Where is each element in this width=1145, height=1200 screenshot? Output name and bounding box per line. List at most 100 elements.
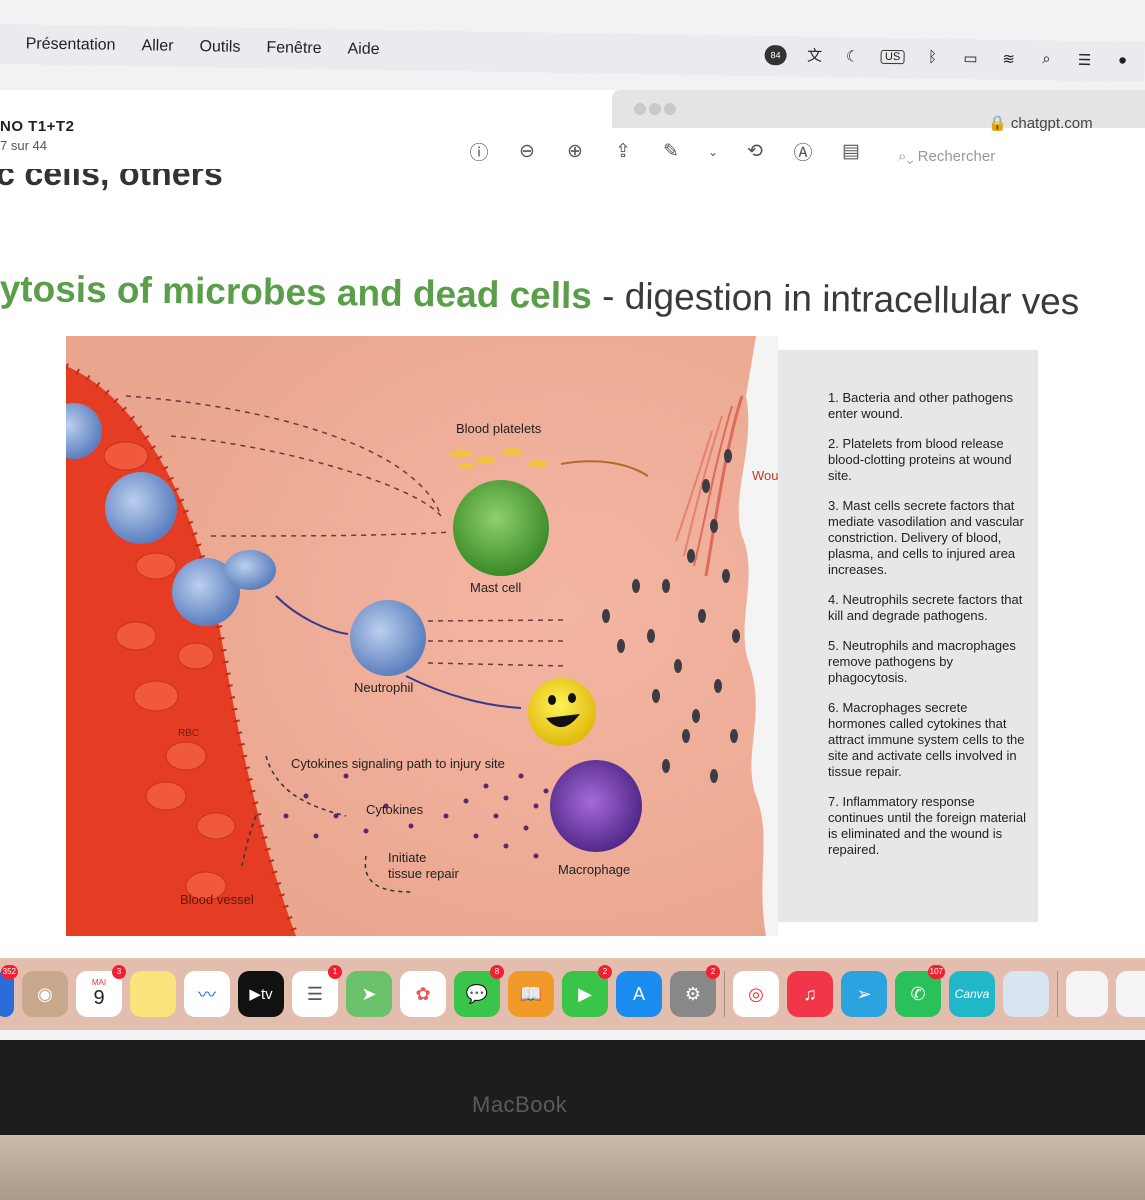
label-neutrophil: Neutrophil bbox=[354, 680, 414, 695]
window-title: NO T1+T2 bbox=[0, 118, 75, 135]
messages-badge: 8 bbox=[490, 965, 504, 979]
apple-tv-icon[interactable]: ▶ tv bbox=[238, 971, 284, 1017]
messages-icon[interactable]: 💬 8 bbox=[454, 965, 504, 1017]
rotate-icon[interactable]: ⟲ bbox=[744, 140, 766, 163]
books-icon[interactable]: 📖 bbox=[508, 971, 554, 1017]
label-tissue-repair: tissue repair bbox=[388, 866, 459, 881]
dock-separator bbox=[724, 971, 725, 1017]
close-button[interactable] bbox=[634, 103, 646, 115]
preview-icon[interactable] bbox=[1003, 971, 1049, 1017]
status-icons: 84 文 ☾ US ᛒ ▭ ≋ ⌕ ☰ ● bbox=[764, 44, 1132, 71]
red-blood-cell bbox=[133, 680, 179, 712]
heading-gray-text: - digestion in intracellular ves bbox=[591, 275, 1080, 323]
zoom-out-icon[interactable]: ⊖ bbox=[516, 140, 538, 163]
freeform-icon[interactable]: 〰 bbox=[184, 971, 230, 1017]
app-store-icon[interactable]: A bbox=[616, 971, 662, 1017]
canva-icon[interactable]: Canva bbox=[949, 971, 995, 1017]
wifi-icon[interactable]: ≋ bbox=[998, 49, 1018, 67]
inflammation-figure: Blood platelets Wound Mast cell Neutroph… bbox=[66, 336, 1041, 936]
red-blood-cell bbox=[135, 552, 177, 580]
system-settings-icon[interactable]: ⚙ 2 bbox=[670, 965, 720, 1017]
label-cytokine-path: Cytokines signaling path to injury site bbox=[291, 756, 505, 771]
markup-icon[interactable]: ✎ bbox=[660, 140, 682, 163]
menu-aide[interactable]: Aide bbox=[347, 40, 379, 59]
keyboard-area bbox=[0, 1135, 1145, 1200]
neutrophil-cell bbox=[350, 600, 426, 676]
photos-icon[interactable]: ✿ bbox=[400, 971, 446, 1017]
facetime-icon[interactable]: ▶ 2 bbox=[562, 965, 612, 1017]
menu-presentation[interactable]: Présentation bbox=[26, 35, 116, 54]
page-counter: 7 sur 44 bbox=[0, 138, 47, 153]
steps-panel: 1. Bacteria and other pathogens enter wo… bbox=[778, 350, 1038, 922]
minimized-window-icon[interactable] bbox=[1066, 971, 1108, 1017]
whatsapp-icon[interactable]: ✆ 107 bbox=[895, 965, 945, 1017]
chevron-down-icon[interactable]: ⌄ bbox=[708, 145, 718, 159]
zoom-button[interactable] bbox=[664, 103, 676, 115]
keyboard-layout-icon[interactable]: US bbox=[880, 49, 905, 64]
label-mast-cell: Mast cell bbox=[470, 580, 522, 595]
whatsapp-badge: 107 bbox=[927, 965, 945, 979]
menu-bar: Présentation Aller Outils Fenêtre Aide 8… bbox=[0, 24, 1145, 82]
red-blood-cell bbox=[103, 441, 149, 471]
screen: Présentation Aller Outils Fenêtre Aide 8… bbox=[0, 0, 1145, 1045]
step-7: 7. Inflammatory response continues until… bbox=[828, 794, 1027, 857]
heading-green-text: ytosis of microbes and dead cells bbox=[0, 268, 593, 317]
photo-of-laptop-screen: Présentation Aller Outils Fenêtre Aide 8… bbox=[0, 0, 1145, 1200]
figure-illustration bbox=[66, 336, 778, 936]
maps-icon[interactable]: ➤ bbox=[346, 971, 392, 1017]
battery-icon[interactable]: ▭ bbox=[960, 49, 980, 67]
red-blood-cell bbox=[165, 741, 207, 771]
search-placeholder: Rechercher bbox=[917, 148, 996, 165]
url-text: chatgpt.com bbox=[1010, 115, 1093, 132]
annotate-icon[interactable]: Ⓐ bbox=[792, 138, 814, 165]
translate-icon[interactable]: 文 bbox=[804, 45, 824, 66]
telegram-icon[interactable]: ➢ bbox=[841, 971, 887, 1017]
notification-count-icon[interactable]: 84 bbox=[764, 44, 787, 65]
brand-label: MacBook bbox=[472, 1092, 568, 1117]
minimized-window-icon[interactable] bbox=[1116, 971, 1145, 1017]
label-initiate: Initiate bbox=[388, 850, 427, 865]
bluetooth-icon[interactable]: ᛒ bbox=[922, 48, 942, 66]
red-blood-cell bbox=[115, 621, 157, 651]
share-icon[interactable]: ⇪ bbox=[612, 140, 634, 163]
search-field[interactable]: ⌕⌄ Rechercher bbox=[898, 148, 995, 165]
mast-cell bbox=[453, 480, 549, 576]
zoom-in-icon[interactable]: ⊕ bbox=[564, 140, 586, 163]
notes-icon[interactable] bbox=[130, 971, 176, 1017]
laptop-bezel bbox=[0, 1040, 1145, 1140]
finder-icon[interactable]: 352 bbox=[0, 965, 18, 1017]
menu-aller[interactable]: Aller bbox=[141, 37, 173, 56]
reminders-icon[interactable]: ☰ 1 bbox=[292, 965, 342, 1017]
red-blood-cell bbox=[196, 812, 236, 840]
red-blood-cell bbox=[145, 781, 187, 811]
step-5: 5. Neutrophils and macrophages remove pa… bbox=[828, 638, 1016, 685]
info-icon[interactable]: ⓘ bbox=[468, 138, 490, 165]
music-icon[interactable]: ♫ bbox=[787, 971, 833, 1017]
facetime-badge: 2 bbox=[598, 965, 612, 979]
calendar-month: MAI bbox=[91, 978, 107, 987]
moon-icon[interactable]: ☾ bbox=[842, 47, 862, 65]
search-icon[interactable]: ⌕ bbox=[1036, 50, 1056, 67]
chrome-icon[interactable]: ◎ bbox=[733, 971, 779, 1017]
calendar-icon[interactable]: MAI 9 3 bbox=[76, 965, 126, 1017]
dock: 352 ◉ MAI 9 3 〰 ▶ tv ☰ 1 ➤ ✿ 💬 8 📖 ▶ 2 A ⚙ 2 … bbox=[0, 958, 1145, 1030]
dock-separator bbox=[1057, 971, 1058, 1017]
menu-fenetre[interactable]: Fenêtre bbox=[266, 39, 321, 58]
menu-outils[interactable]: Outils bbox=[199, 38, 240, 57]
contacts-icon[interactable]: ◉ bbox=[22, 971, 68, 1017]
siri-icon[interactable]: ● bbox=[1112, 51, 1132, 69]
browser-url[interactable]: 🔒 chatgpt.com bbox=[988, 114, 1093, 132]
white-blood-cell-migrating bbox=[224, 550, 276, 590]
step-3: 3. Mast cells secrete factors that media… bbox=[828, 498, 1024, 577]
form-fill-icon[interactable]: ▤ bbox=[840, 140, 862, 163]
control-center-icon[interactable]: ☰ bbox=[1074, 50, 1094, 68]
finder-badge: 352 bbox=[0, 965, 18, 979]
label-macrophage: Macrophage bbox=[558, 862, 631, 877]
calendar-day: 9 bbox=[93, 987, 105, 1009]
label-blood-platelets: Blood platelets bbox=[456, 421, 542, 436]
minimize-button[interactable] bbox=[649, 103, 661, 115]
red-blood-cell bbox=[177, 642, 215, 670]
step-4: 4. Neutrophils secrete factors that kill… bbox=[828, 592, 1023, 623]
toolbar: ⓘ ⊖ ⊕ ⇪ ✎ ⌄ ⟲ Ⓐ ▤ bbox=[468, 138, 862, 165]
settings-badge: 2 bbox=[706, 965, 720, 979]
